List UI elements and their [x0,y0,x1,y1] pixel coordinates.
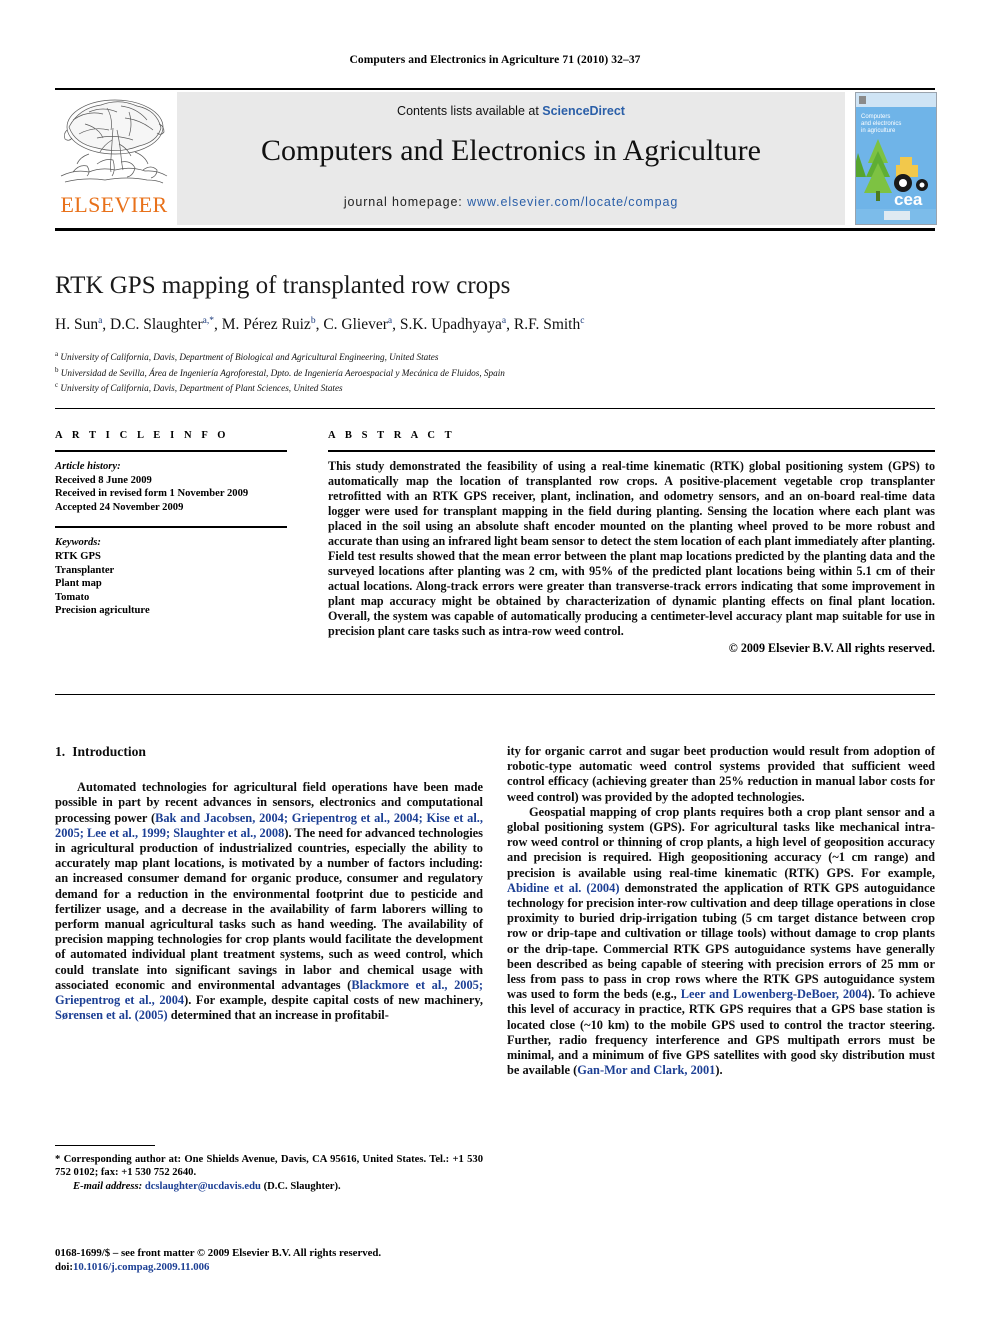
issn-block: 0168-1699/$ – see front matter © 2009 El… [55,1246,495,1274]
affiliation-a: a University of California, Davis, Depar… [55,348,875,364]
body-column-right: ity for organic carrot and sugar beet pr… [507,744,935,1078]
sciencedirect-link[interactable]: ScienceDirect [542,104,625,118]
journal-homepage-line: journal homepage: www.elsevier.com/locat… [177,195,845,209]
email-note: E-mail address: dcslaughter@ucdavis.edu … [55,1180,483,1193]
abstract-rule [328,450,935,452]
section-title: Introduction [72,744,146,759]
doi-label: doi: [55,1261,73,1273]
banner-center-block: Contents lists available at ScienceDirec… [177,92,845,225]
corresponding-author-note: * Corresponding author at: One Shields A… [55,1154,483,1179]
svg-text:cea: cea [894,190,923,209]
info-bottom-rule [55,694,935,695]
abstract-column: A B S T R A C T This study demonstrated … [328,430,935,656]
section-heading-introduction: 1. Introduction [55,744,483,759]
affiliation-marker-b: b [55,365,59,374]
body-column-left: 1. Introduction Automated technologies fo… [55,744,483,1023]
footnote-rule [55,1145,155,1147]
keyword-item: Precision agriculture [55,605,150,617]
homepage-label: journal homepage: [343,195,463,209]
abstract-copyright: © 2009 Elsevier B.V. All rights reserved… [728,640,935,655]
issn-line: 0168-1699/$ – see front matter © 2009 El… [55,1247,382,1259]
homepage-url-link[interactable]: www.elsevier.com/locate/compag [467,195,678,209]
journal-title: Computers and Electronics in Agriculture [261,134,761,167]
abstract-text: This study demonstrated the feasibility … [328,458,935,638]
affiliation-text-a: University of California, Davis, Departm… [60,352,439,363]
paragraph: Geospatial mapping of crop plants requir… [507,804,936,1078]
keyword-item: Transplanter [55,564,115,576]
affiliation-marker-c: c [55,381,59,390]
affiliation-text-b: Universidad de Sevilla, Área de Ingenier… [60,367,505,378]
running-head: Computers and Electronics in Agriculture… [349,54,641,66]
banner-bottom-rule [55,228,935,231]
email-label: E-mail address: [73,1180,143,1192]
journal-banner: ELSEVIER Contents lists available at Sci… [55,92,937,225]
keyword-item: RTK GPS [55,550,101,562]
header-rule [55,88,935,90]
info-top-rule [55,408,935,409]
affiliation-c: c University of California, Davis, Depar… [55,379,875,395]
elsevier-logo: ELSEVIER [55,92,173,225]
email-link[interactable]: dcslaughter@ucdavis.edu [145,1181,261,1192]
affiliation-list: a University of California, Davis, Depar… [55,348,875,395]
keyword-item: Plant map [55,578,102,590]
keyword-item: Tomato [55,591,90,603]
article-history-label: Article history: [55,460,121,472]
svg-text:Computers: Computers [861,114,890,120]
affiliation-text-c: University of California, Davis, Departm… [60,383,343,394]
journal-cover-thumbnail: Computers and electronics in agriculture… [855,92,937,225]
svg-text:in agriculture: in agriculture [861,128,896,134]
abstract-heading: A B S T R A C T [328,430,456,441]
doi-link[interactable]: 10.1016/j.compag.2009.11.006 [73,1261,209,1273]
paragraph: ity for organic carrot and sugar beet pr… [507,744,935,804]
keywords-label: Keywords: [55,536,101,548]
affiliation-b: b Universidad de Sevilla, Área de Ingeni… [55,364,875,380]
article-history-revised: Received in revised form 1 November 2009 [55,488,249,500]
affiliation-marker-a: a [55,350,59,358]
svg-text:and electronics: and electronics [861,121,901,127]
elsevier-wordmark: ELSEVIER [60,192,168,217]
section-number: 1. [55,744,66,759]
keywords-rule [55,526,287,528]
article-info-heading: A R T I C L E I N F O [55,430,230,441]
email-suffix: (D.C. Slaughter). [260,1180,341,1192]
journal-article-page: Computers and Electronics in Agriculture… [0,0,992,1323]
paragraph: Automated technologies for agricultural … [55,780,484,1023]
doi-line: doi:10.1016/j.compag.2009.11.006 [55,1260,495,1274]
contents-available-line: Contents lists available at ScienceDirec… [177,104,845,118]
page-title: RTK GPS mapping of transplanted row crop… [55,272,511,299]
article-info-column: A R T I C L E I N F O Article history: R… [55,430,287,618]
article-info-rule [55,450,287,452]
elsevier-tree-icon [60,99,168,184]
footnote-block: * Corresponding author at: One Shields A… [55,1153,483,1193]
contents-prefix: Contents lists available at [397,104,543,118]
article-history-received: Received 8 June 2009 [55,474,152,486]
journal-cover-artwork: Computers and electronics in agriculture… [856,93,936,224]
author-list: H. Suna, D.C. Slaughtera,*, M. Pérez Rui… [55,316,585,334]
article-history-accepted: Accepted 24 November 2009 [55,501,184,513]
